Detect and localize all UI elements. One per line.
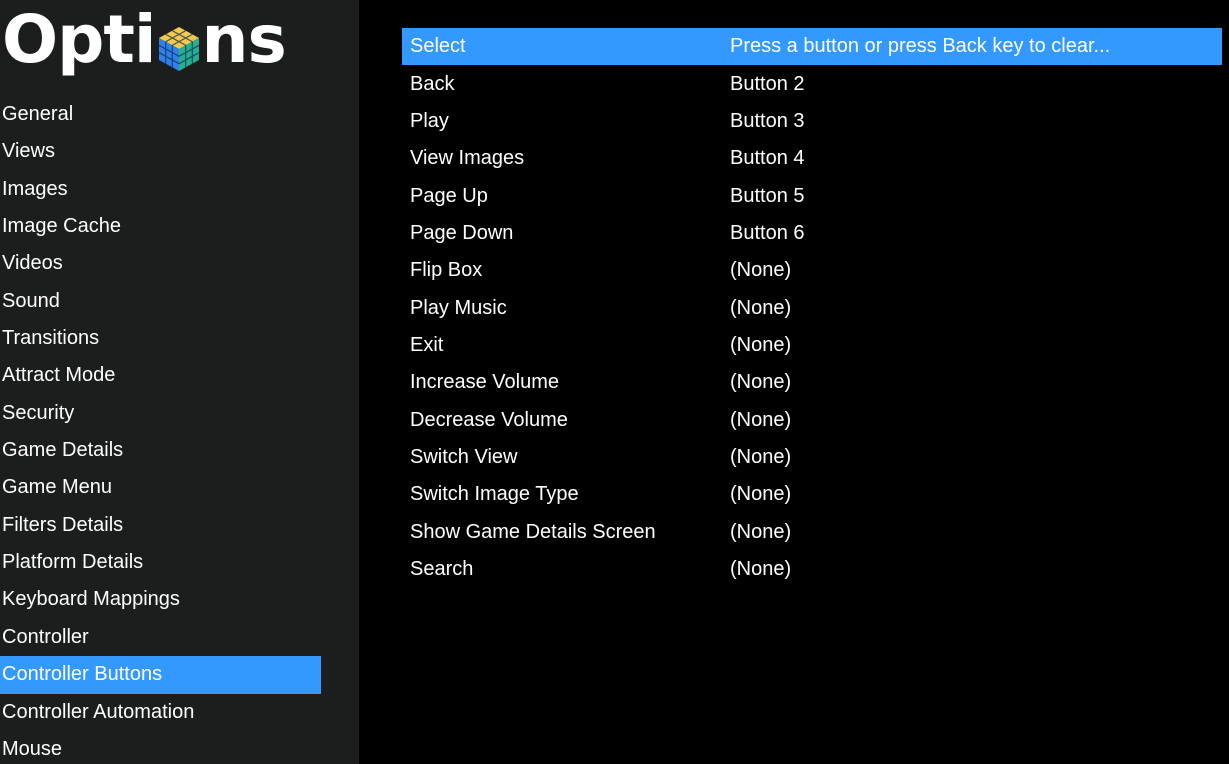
action-label: Page Up — [410, 184, 488, 207]
binding-value: Button 2 — [730, 72, 805, 95]
mapping-row-flip-box[interactable]: Flip Box (None) — [402, 252, 1222, 289]
binding-value: (None) — [730, 371, 792, 394]
action-label: Switch Image Type — [410, 483, 579, 506]
title-text-end: ns — [201, 1, 287, 78]
options-nav: General Views Images Image Cache Videos Sound… — [0, 96, 321, 764]
mapping-row-switch-view[interactable]: Switch View (None) — [402, 439, 1222, 476]
action-label: Search — [410, 557, 474, 580]
binding-value: (None) — [730, 296, 792, 319]
binding-value: Button 5 — [730, 184, 805, 207]
sidebar-item-game-details[interactable]: Game Details — [0, 432, 321, 469]
action-label: View Images — [410, 147, 525, 170]
mapping-row-view-images[interactable]: View Images Button 4 — [402, 140, 1222, 177]
sidebar-item-controller[interactable]: Controller — [0, 619, 321, 656]
action-label: Play — [410, 109, 449, 132]
sidebar: Opti ns General Views Images Image Cache… — [0, 0, 359, 764]
mapping-row-select[interactable]: Select Press a button or press Back key t… — [402, 28, 1222, 66]
binding-value: (None) — [730, 520, 792, 543]
binding-value: Button 3 — [730, 109, 805, 132]
sidebar-item-controller-automation[interactable]: Controller Automation — [0, 694, 321, 731]
action-label: Show Game Details Screen — [410, 520, 656, 543]
action-label: Decrease Volume — [410, 408, 568, 431]
mapping-row-exit[interactable]: Exit (None) — [402, 327, 1222, 364]
binding-value: (None) — [730, 259, 792, 282]
controller-button-mappings: Select Press a button or press Back key t… — [402, 28, 1222, 588]
mapping-row-page-up[interactable]: Page Up Button 5 — [402, 177, 1222, 214]
sidebar-item-platform-details[interactable]: Platform Details — [0, 544, 321, 581]
binding-value: Button 4 — [730, 147, 805, 170]
mapping-row-search[interactable]: Search (None) — [402, 551, 1222, 588]
sidebar-item-videos[interactable]: Videos — [0, 245, 321, 282]
action-label: Increase Volume — [410, 371, 559, 394]
binding-value: (None) — [730, 483, 792, 506]
sidebar-item-keyboard-mappings[interactable]: Keyboard Mappings — [0, 581, 321, 618]
binding-value: (None) — [730, 408, 792, 431]
sidebar-item-mouse[interactable]: Mouse — [0, 731, 321, 764]
action-label: Exit — [410, 333, 444, 356]
mapping-row-switch-image-type[interactable]: Switch Image Type (None) — [402, 476, 1222, 513]
action-label: Flip Box — [410, 259, 483, 282]
page-title: Opti ns — [2, 0, 287, 80]
sidebar-item-controller-buttons[interactable]: Controller Buttons — [0, 656, 321, 694]
options-window: Opti ns General Views Images Image Cache… — [0, 0, 1229, 764]
mapping-row-back[interactable]: Back Button 2 — [402, 65, 1222, 102]
mapping-row-play-music[interactable]: Play Music (None) — [402, 289, 1222, 326]
sidebar-item-images[interactable]: Images — [0, 171, 321, 208]
action-label: Play Music — [410, 296, 507, 319]
mapping-row-show-game-details-screen[interactable]: Show Game Details Screen (None) — [402, 513, 1222, 550]
action-label: Back — [410, 72, 455, 95]
sidebar-item-image-cache[interactable]: Image Cache — [0, 208, 321, 245]
sidebar-item-transitions[interactable]: Transitions — [0, 320, 321, 357]
mapping-row-increase-volume[interactable]: Increase Volume (None) — [402, 364, 1222, 401]
action-label: Select — [410, 35, 466, 58]
title-text-start: Opti — [2, 1, 157, 78]
sidebar-item-security[interactable]: Security — [0, 395, 321, 432]
binding-value: (None) — [730, 557, 792, 580]
mapping-row-page-down[interactable]: Page Down Button 6 — [402, 215, 1222, 252]
sidebar-item-general[interactable]: General — [0, 96, 321, 133]
action-label: Page Down — [410, 221, 514, 244]
mapping-row-play[interactable]: Play Button 3 — [402, 103, 1222, 140]
sidebar-item-views[interactable]: Views — [0, 133, 321, 170]
mapping-row-decrease-volume[interactable]: Decrease Volume (None) — [402, 401, 1222, 438]
cube-icon — [157, 18, 201, 71]
binding-value: Press a button or press Back key to clea… — [730, 35, 1111, 58]
sidebar-item-filters-details[interactable]: Filters Details — [0, 507, 321, 544]
action-label: Switch View — [410, 445, 518, 468]
binding-value: (None) — [730, 333, 792, 356]
binding-value: Button 6 — [730, 221, 805, 244]
binding-value: (None) — [730, 445, 792, 468]
sidebar-item-sound[interactable]: Sound — [0, 283, 321, 320]
sidebar-item-attract-mode[interactable]: Attract Mode — [0, 357, 321, 394]
sidebar-item-game-menu[interactable]: Game Menu — [0, 469, 321, 506]
